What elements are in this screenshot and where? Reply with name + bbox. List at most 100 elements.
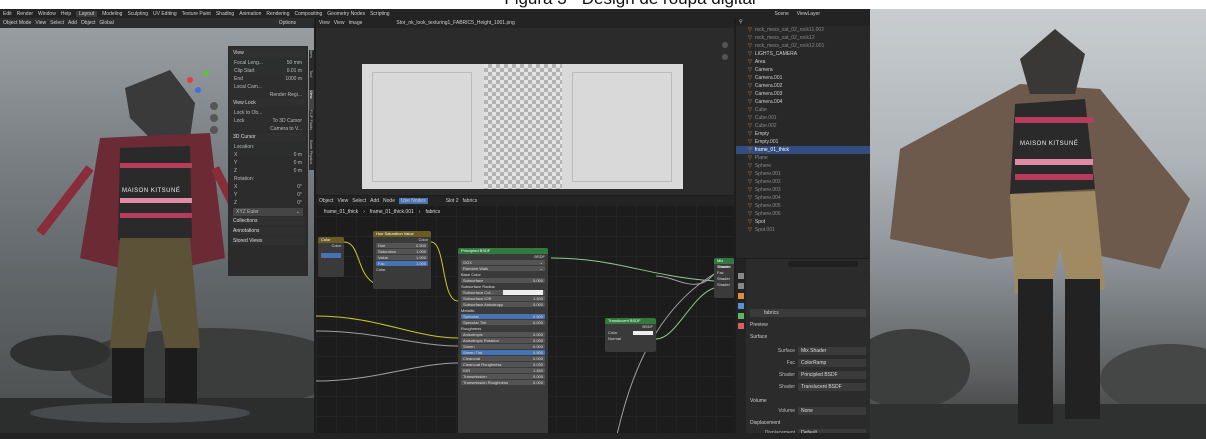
preview-panel-header[interactable]: Preview: [750, 321, 768, 329]
outliner-item[interactable]: ▽ Cube.001: [736, 114, 870, 122]
surface-panel-header[interactable]: Surface: [750, 333, 767, 341]
outliner-item[interactable]: ▽ Cube: [736, 106, 870, 114]
local-camera-row[interactable]: Local Cam...: [231, 83, 305, 91]
translucent-normal-input[interactable]: Normal: [605, 336, 656, 342]
stored-views-section-header[interactable]: Stored Views: [231, 237, 305, 245]
outliner[interactable]: ⚲ ▽ rock_mess_sat_02_rock11.002 ▽ rock_mess…: [736, 18, 870, 258]
options-button[interactable]: Options: [279, 20, 296, 26]
tab-bone-physics[interactable]: Bone Physics: [309, 140, 314, 170]
saturation-field[interactable]: Saturation 1.000: [376, 249, 428, 254]
hue-field[interactable]: Hue 0.500: [376, 243, 428, 248]
menu-render[interactable]: Render: [17, 11, 33, 17]
hue-saturation-node[interactable]: Hue Saturation Value Color Hue 0.500 Satu…: [373, 231, 431, 289]
viewport-menu-object[interactable]: Object: [81, 20, 95, 26]
image-editor-view-menu-2[interactable]: View: [334, 20, 345, 26]
tab-item[interactable]: Item: [309, 50, 314, 70]
workspace-tab-shading[interactable]: Shading: [216, 11, 234, 17]
outliner-item[interactable]: ▽ rock_mess_sat_02_rock11.002: [736, 26, 870, 34]
workspace-tab-geometry-nodes[interactable]: Geometry Nodes: [327, 11, 365, 17]
menu-window[interactable]: Window: [38, 11, 56, 17]
outliner-item[interactable]: ▽ Area: [736, 58, 870, 66]
clip-end-row[interactable]: End 1000 m: [231, 75, 305, 83]
viewport-menu-view[interactable]: View: [35, 20, 46, 26]
zoom-tool-icon[interactable]: [722, 54, 728, 60]
workspace-tab-scripting[interactable]: Scripting: [370, 11, 389, 17]
mix-shader1-row[interactable]: Shader Principled BSDF: [750, 371, 866, 379]
bsdf-row-ior[interactable]: IOR 1.450: [461, 368, 545, 373]
cursor-z-field[interactable]: Z0 m: [231, 167, 305, 175]
cursor-y-field[interactable]: Y0 m: [231, 159, 305, 167]
image-editor-view-menu[interactable]: View: [319, 20, 330, 26]
outliner-item[interactable]: ▽ Sphere.004: [736, 194, 870, 202]
color-node-output[interactable]: Color: [318, 243, 344, 249]
outliner-item[interactable]: ▽ Empty: [736, 130, 870, 138]
outliner-filter-icon[interactable]: ⚲: [739, 19, 743, 25]
outliner-item[interactable]: ▽ Sphere.006: [736, 210, 870, 218]
menu-help[interactable]: Help: [61, 11, 71, 17]
clip-start-row[interactable]: Clip Start 0.01 m: [231, 67, 305, 75]
lock-to-object-row[interactable]: Lock to Ob...: [231, 109, 305, 117]
rotation-y-field[interactable]: Y 0°: [231, 191, 305, 199]
principled-bsdf-node[interactable]: Principled BSDF BSDF GGX ⌄ Random Walk ⌄ B…: [458, 248, 548, 439]
transform-orientation[interactable]: Global: [99, 20, 113, 26]
bsdf-row-specular[interactable]: Specular 0.500: [461, 314, 545, 319]
bsdf-row-transmission[interactable]: Transmission 0.000: [461, 374, 545, 379]
viewport-menu-add[interactable]: Add: [68, 20, 77, 26]
hand-tool-icon[interactable]: [722, 42, 728, 48]
outliner-item[interactable]: ▽ rock_mess_sat_02_rock12: [736, 34, 870, 42]
camera-to-view-checkbox[interactable]: Camera to V...: [231, 125, 305, 133]
bsdf-row-subsurface-color[interactable]: Subsurface Col...: [461, 290, 545, 295]
render-region-checkbox[interactable]: Render Regi...: [231, 91, 305, 99]
fac-field[interactable]: Fac 1.000: [376, 261, 428, 266]
outliner-item[interactable]: ▽ Sphere.002: [736, 178, 870, 186]
bsdf-row-subsurface-ior[interactable]: Subsurface IOR 1.400: [461, 296, 545, 301]
mix-fac-row[interactable]: Fac ColorRamp: [750, 359, 866, 367]
physics-tab-icon[interactable]: [738, 313, 744, 319]
outliner-item[interactable]: ▽ Spot.001: [736, 226, 870, 234]
displacement-panel-header[interactable]: Displacement: [750, 419, 780, 427]
surface-shader-row[interactable]: Surface Mix Shader: [750, 347, 866, 355]
bsdf-row-anisotropic[interactable]: Anisotropic 0.000: [461, 332, 545, 337]
distribution-select[interactable]: GGX ⌄: [461, 260, 545, 265]
bsdf-row-sheen[interactable]: Sheen 0.000: [461, 344, 545, 349]
hsv-color-input[interactable]: Color: [373, 267, 431, 273]
image-editor[interactable]: View View Image Stor_nk_look_texturing1_…: [316, 18, 734, 195]
outliner-item[interactable]: ▽ Spot: [736, 218, 870, 226]
collections-section-header[interactable]: Collections: [231, 217, 305, 225]
color-swatch[interactable]: [321, 253, 341, 258]
tab-view[interactable]: View: [309, 90, 314, 110]
image-file-selector[interactable]: Stor_nk_look_texturing1_FABRIC5_Height_1…: [396, 20, 514, 26]
outliner-item[interactable]: ▽ frame_01_thick: [736, 146, 870, 154]
bsdf-row-sheen-tint[interactable]: Sheen Tint 0.500: [461, 350, 545, 355]
image-editor-image-menu[interactable]: Image: [349, 20, 363, 26]
rotation-z-field[interactable]: Z 0°: [231, 199, 305, 207]
outliner-item[interactable]: ▽ Sphere.005: [736, 202, 870, 210]
workspace-tab-sculpting[interactable]: Sculpting: [127, 11, 148, 17]
volume-row[interactable]: Volume None: [750, 407, 866, 415]
modifier-tab-icon[interactable]: [738, 303, 744, 309]
mix-shader2-row[interactable]: Shader Translucent BSDF: [750, 383, 866, 391]
annotations-section-header[interactable]: Annotations: [231, 227, 305, 235]
viewport-3d[interactable]: Object Mode View Select Add Object Globa…: [0, 18, 314, 439]
bsdf-row-transmission-roughness[interactable]: Transmission Roughness 0.000: [461, 380, 545, 385]
outliner-item[interactable]: ▽ Sphere.001: [736, 170, 870, 178]
view-lock-section-header[interactable]: View Lock: [231, 99, 305, 107]
volume-panel-header[interactable]: Volume: [750, 397, 767, 405]
outliner-item[interactable]: ▽ Camera.002: [736, 82, 870, 90]
outliner-item[interactable]: ▽ Empty.001: [736, 138, 870, 146]
bsdf-row-subsurface[interactable]: Subsurface 0.000: [461, 278, 545, 283]
outliner-item[interactable]: ▽ Camera.003: [736, 90, 870, 98]
outliner-item[interactable]: ▽ rock_mess_sat_02_rock12.001: [736, 42, 870, 50]
output-tab-icon[interactable]: [738, 283, 744, 289]
cursor-x-field[interactable]: X0 m: [231, 151, 305, 159]
properties-search[interactable]: [788, 261, 858, 267]
outliner-item[interactable]: ▽ Camera: [736, 66, 870, 74]
mode-selector[interactable]: Object Mode: [3, 20, 31, 26]
workspace-tab-animation[interactable]: Animation: [239, 11, 261, 17]
material-name-field[interactable]: fabrics: [750, 309, 866, 317]
workspace-tab-texture-paint[interactable]: Texture Paint: [182, 11, 211, 17]
workspace-tab-layout[interactable]: Layout: [76, 10, 98, 17]
workspace-tab-uv-editing[interactable]: UV Editing: [153, 11, 177, 17]
value-field[interactable]: Value 1.000: [376, 255, 428, 260]
viewport-menu-select[interactable]: Select: [50, 20, 64, 26]
